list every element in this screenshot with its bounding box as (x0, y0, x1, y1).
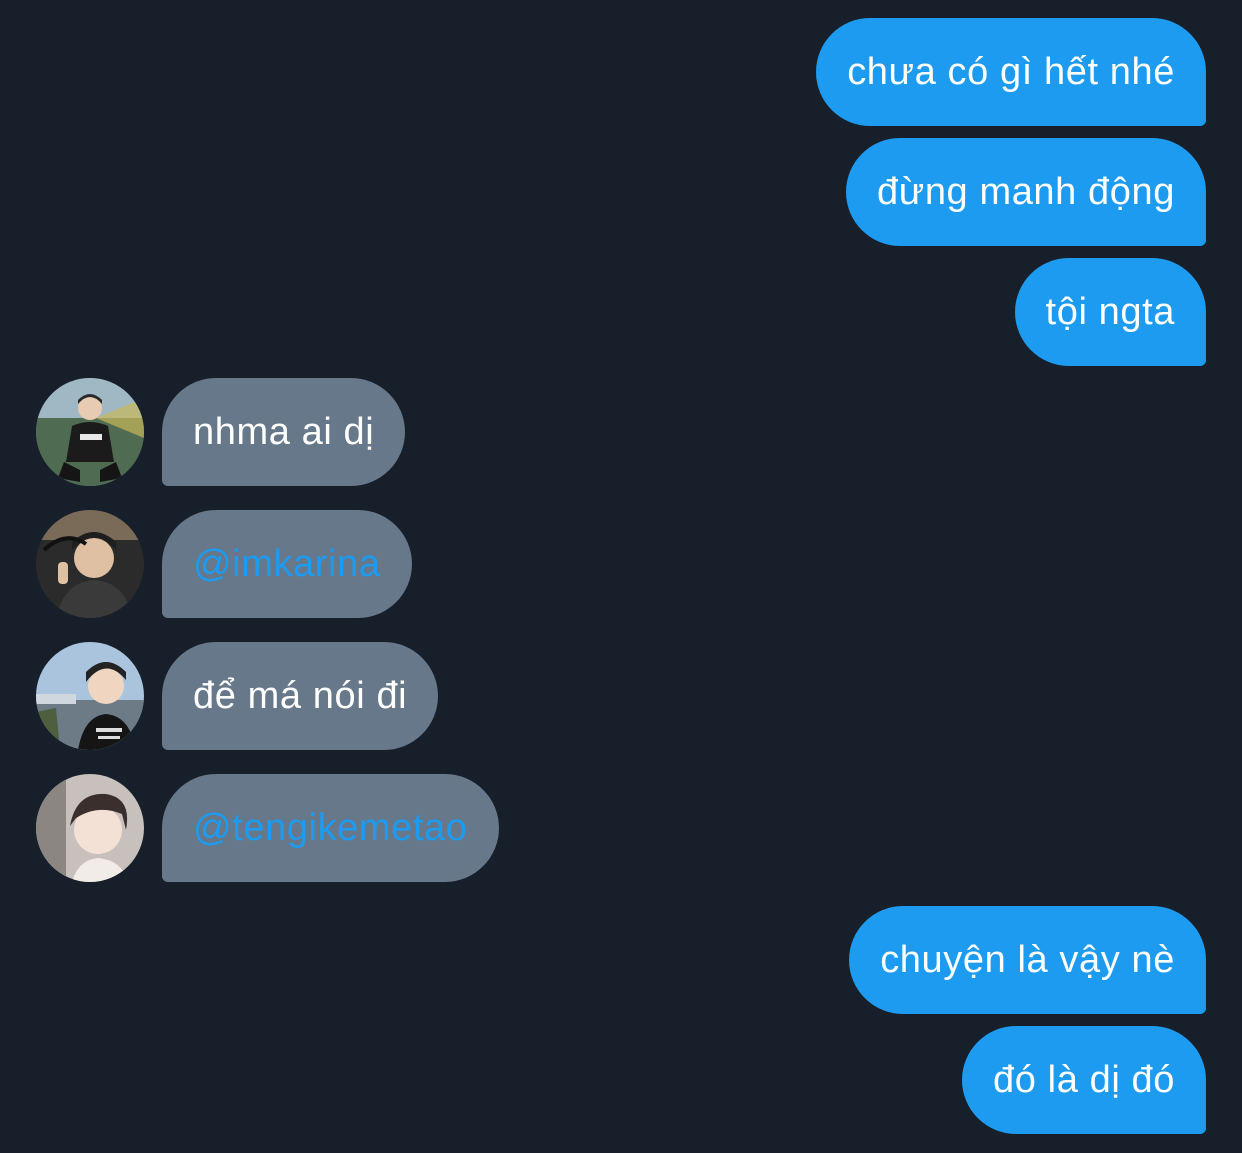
message-text: đó là dị đó (993, 1059, 1175, 1101)
message-text: nhma ai dị (193, 411, 375, 453)
avatar-photo-icon (36, 510, 144, 618)
message-text: chưa có gì hết nhé (847, 51, 1175, 93)
incoming-message-bubble[interactable]: để má nói đi (162, 642, 439, 750)
avatar-photo-icon (36, 642, 144, 750)
incoming-message-bubble[interactable]: @tengikemetao (162, 774, 499, 882)
avatar-photo-icon (36, 774, 144, 882)
outgoing-message-bubble[interactable]: tội ngta (1014, 258, 1206, 366)
sender-avatar[interactable] (36, 378, 144, 486)
outgoing-message-bubble[interactable]: đừng manh động (846, 138, 1206, 246)
avatar-photo-icon (36, 378, 144, 486)
message-text: đừng manh động (877, 171, 1175, 213)
incoming-message-bubble[interactable]: @imkarina (162, 510, 412, 618)
sender-avatar[interactable] (36, 642, 144, 750)
message-text: để má nói đi (193, 675, 408, 717)
incoming-message-bubble[interactable]: nhma ai dị (162, 378, 406, 486)
outgoing-message-bubble[interactable]: chuyện là vậy nè (849, 906, 1206, 1014)
sender-avatar[interactable] (36, 774, 144, 882)
message-text: tội ngta (1045, 291, 1175, 333)
message-text: chuyện là vậy nè (880, 939, 1175, 981)
outgoing-message-bubble[interactable]: chưa có gì hết nhé (816, 18, 1206, 126)
sender-avatar[interactable] (36, 510, 144, 618)
mention-link[interactable]: @imkarina (193, 545, 381, 583)
outgoing-message-bubble[interactable]: đó là dị đó (962, 1026, 1206, 1134)
mention-link[interactable]: @tengikemetao (193, 809, 468, 847)
